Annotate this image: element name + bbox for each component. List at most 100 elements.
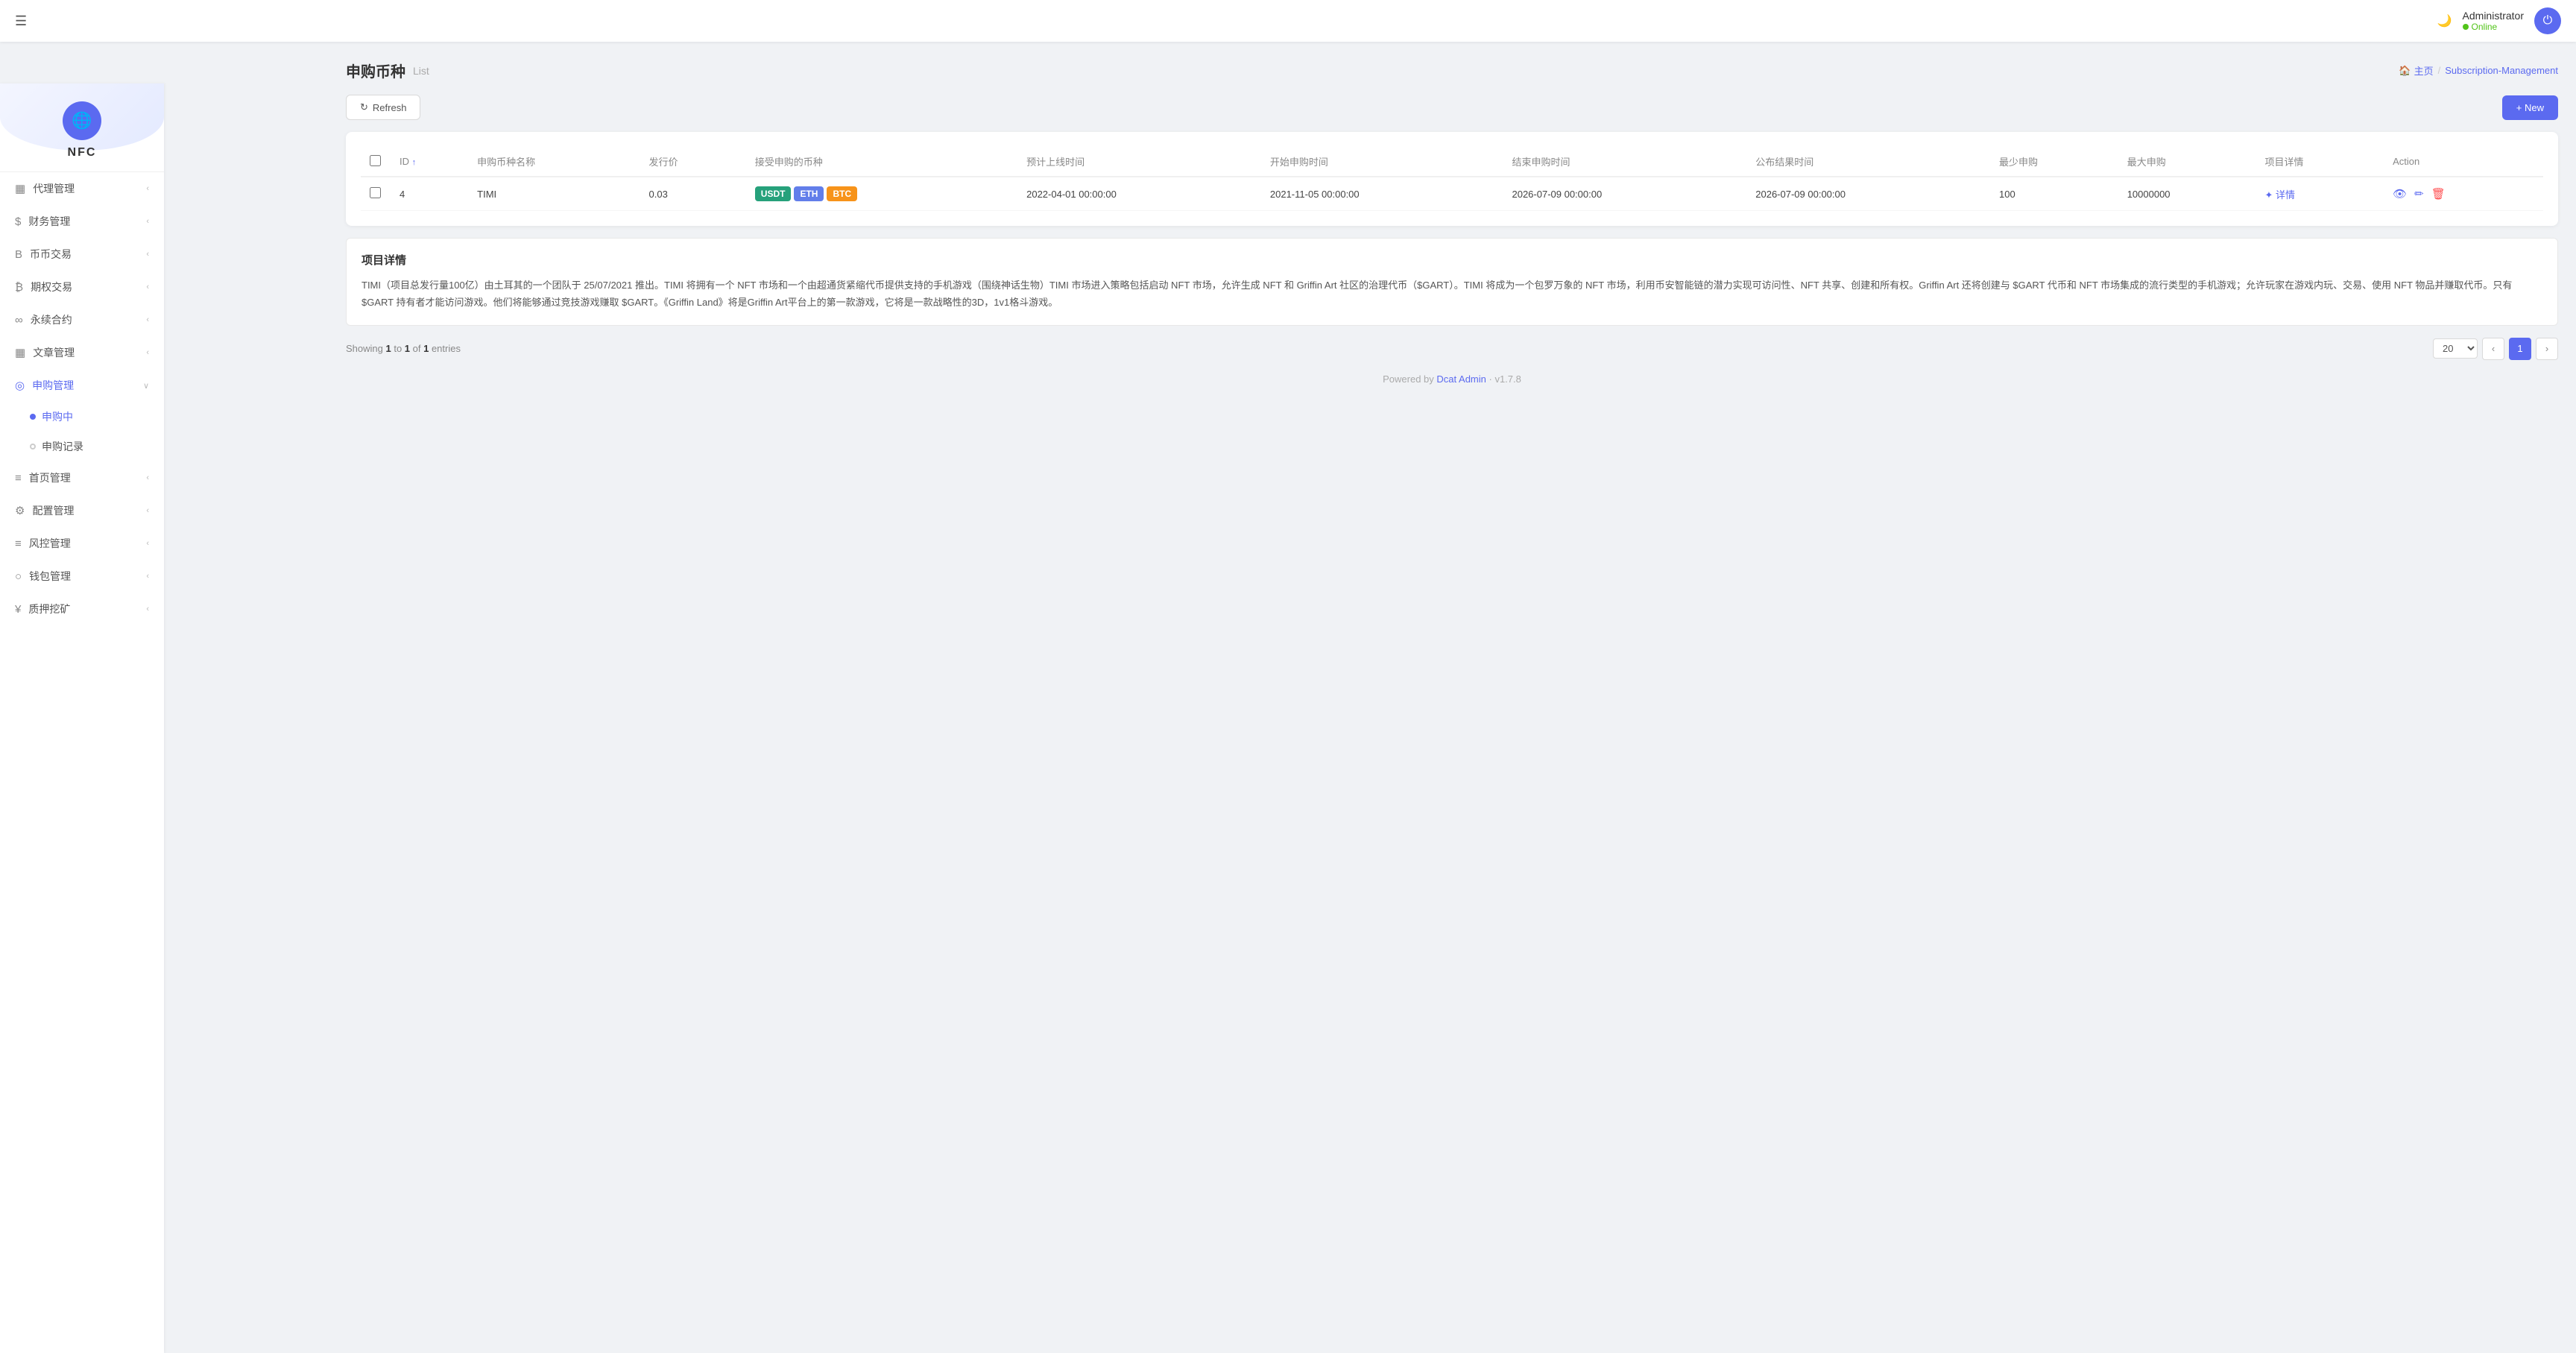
perpetual-icon: ∞	[15, 314, 23, 327]
topbar: ☰ 🌙 Administrator Online ⏻	[0, 0, 2576, 42]
home-breadcrumb-icon: 🏠	[2399, 65, 2411, 77]
sidebar-label-subscription: 申购管理	[32, 378, 74, 393]
toolbar: ↻ Refresh + New	[346, 95, 2558, 120]
sidebar-item-risk[interactable]: ≡ 风控管理 ‹	[0, 527, 164, 560]
breadcrumb-sep: /	[2438, 65, 2441, 76]
breadcrumb-home-label: 主页	[2414, 63, 2434, 78]
sidebar-item-finance[interactable]: $ 财务管理 ‹	[0, 205, 164, 238]
row-name: TIMI	[468, 177, 640, 211]
menu-icon[interactable]: ☰	[15, 13, 27, 29]
sub-record-dot	[30, 444, 36, 450]
page-1-button[interactable]: 1	[2509, 338, 2531, 360]
view-icon[interactable]: 👁	[2393, 187, 2407, 201]
per-page-select[interactable]: 20 50 100	[2433, 338, 2478, 359]
sidebar-item-home-mgmt[interactable]: ≡ 首页管理 ‹	[0, 461, 164, 494]
agent-arrow: ‹	[146, 184, 149, 193]
sidebar-label-futures: 期权交易	[31, 280, 72, 294]
status-dot	[2463, 24, 2469, 30]
badge-usdt: USDT	[755, 186, 792, 201]
logo-text: NFC	[68, 146, 97, 160]
delete-icon[interactable]: 🗑	[2431, 187, 2446, 201]
row-end-time: 2026-07-09 00:00:00	[1503, 177, 1746, 211]
row-start-time: 2021-11-05 00:00:00	[1261, 177, 1503, 211]
sidebar-label-coin-trade: 币币交易	[30, 247, 72, 262]
row-price: 0.03	[640, 177, 746, 211]
header-accepted-coins: 接受申购的币种	[746, 147, 1017, 177]
sidebar-item-config[interactable]: ⚙ 配置管理 ‹	[0, 494, 164, 527]
agent-icon: ▦	[15, 182, 25, 195]
header-checkbox-cell	[361, 147, 391, 177]
refresh-label: Refresh	[373, 102, 407, 113]
sidebar-item-agent[interactable]: ▦ 代理管理 ‹	[0, 172, 164, 205]
badge-eth: ETH	[794, 186, 824, 201]
sidebar-item-futures[interactable]: ₿ 期权交易 ‹	[0, 271, 164, 303]
risk-icon: ≡	[15, 537, 22, 550]
sidebar-item-sub-active[interactable]: 申购中	[30, 402, 164, 432]
table-row: 4 TIMI 0.03 USDT ETH BTC 2022-04-01 00:0	[361, 177, 2543, 211]
sidebar-item-article[interactable]: ▦ 文章管理 ‹	[0, 336, 164, 369]
next-page-button[interactable]: ›	[2536, 338, 2558, 360]
home-mgmt-icon: ≡	[15, 472, 22, 485]
sidebar-item-sub-record[interactable]: 申购记录	[30, 432, 164, 461]
action-wrap: 👁 ✏ 🗑	[2393, 187, 2534, 201]
header-min-sub: 最少申购	[1990, 147, 2118, 177]
breadcrumb-home[interactable]: 🏠 主页	[2399, 63, 2433, 78]
admin-name: Administrator	[2463, 10, 2524, 22]
admin-status: Online	[2463, 22, 2524, 32]
coin-trade-arrow: ‹	[146, 250, 149, 259]
sub-active-dot	[30, 414, 36, 420]
sidebar-item-wallet[interactable]: ○ 钱包管理 ‹	[0, 560, 164, 593]
sidebar-label-finance: 财务管理	[28, 214, 70, 229]
home-mgmt-arrow: ‹	[146, 473, 149, 482]
power-button[interactable]: ⏻	[2534, 7, 2561, 34]
sidebar-item-perpetual[interactable]: ∞ 永续合约 ‹	[0, 303, 164, 336]
sidebar-item-subscription[interactable]: ◎ 申购管理 ∨	[0, 369, 164, 402]
page-title-area: 申购币种 List	[346, 60, 429, 81]
pagination: 20 50 100 ‹ 1 ›	[2433, 338, 2558, 360]
footer-link[interactable]: Dcat Admin	[1436, 373, 1486, 385]
prev-page-button[interactable]: ‹	[2482, 338, 2504, 360]
detail-link[interactable]: ✦ 详情	[2264, 187, 2375, 201]
header-expected-online: 预计上线时间	[1017, 147, 1261, 177]
sidebar-logo: 🌐 NFC	[0, 83, 164, 172]
sidebar-item-coin-trade[interactable]: B 币币交易 ‹	[0, 238, 164, 271]
header-end-time: 结束申购时间	[1503, 147, 1746, 177]
select-all-checkbox[interactable]	[370, 155, 381, 166]
header-price: 发行价	[640, 147, 746, 177]
new-button[interactable]: + New	[2502, 95, 2558, 120]
page-title: 申购币种	[346, 60, 405, 81]
subscription-arrow: ∨	[143, 381, 149, 391]
table-card: ID ↑ 申购币种名称 发行价 接受申购的币种 预计上线时间 开始申购时间 结束…	[346, 132, 2558, 226]
sidebar-label-agent: 代理管理	[33, 181, 75, 196]
futures-icon: ₿	[15, 281, 23, 294]
config-icon: ⚙	[15, 504, 25, 517]
finance-arrow: ‹	[146, 217, 149, 226]
article-icon: ▦	[15, 346, 25, 359]
layout: 🌐 NFC ▦ 代理管理 ‹ $ 财务管理 ‹ B 币币交易 ‹	[0, 42, 2576, 1311]
moon-icon[interactable]: 🌙	[2437, 13, 2452, 28]
row-expected-online: 2022-04-01 00:00:00	[1017, 177, 1261, 211]
row-checkbox[interactable]	[370, 187, 381, 198]
pagination-wrap: Showing 1 to 1 of 1 entries 20 50 100 ‹ …	[346, 338, 2558, 360]
footer-version: · v1.7.8	[1486, 373, 1521, 385]
risk-arrow: ‹	[146, 539, 149, 548]
row-detail: ✦ 详情	[2255, 177, 2384, 211]
sort-icon[interactable]: ↑	[412, 158, 417, 167]
refresh-button[interactable]: ↻ Refresh	[346, 95, 420, 120]
edit-icon[interactable]: ✏	[2414, 187, 2424, 201]
sidebar: 🌐 NFC ▦ 代理管理 ‹ $ 财务管理 ‹ B 币币交易 ‹	[0, 83, 164, 1353]
row-coins: USDT ETH BTC	[746, 177, 1017, 211]
breadcrumb-current: Subscription-Management	[2445, 65, 2558, 76]
perpetual-arrow: ‹	[146, 315, 149, 324]
detail-box-content: TIMI（项目总发行量100亿）由土耳其的一个团队于 25/07/2021 推出…	[362, 277, 2542, 312]
sidebar-label-risk: 风控管理	[29, 536, 71, 551]
subscription-icon: ◎	[15, 379, 25, 392]
header-action: Action	[2384, 147, 2543, 177]
header-name: 申购币种名称	[468, 147, 640, 177]
showing-to: 1	[405, 343, 410, 354]
showing-from: 1	[385, 343, 391, 354]
admin-info: Administrator Online	[2463, 10, 2524, 32]
sidebar-item-pledge-mine[interactable]: ¥ 质押挖矿 ‹	[0, 593, 164, 625]
sidebar-label-article: 文章管理	[33, 345, 75, 360]
subscription-submenu: 申购中 申购记录	[0, 402, 164, 461]
